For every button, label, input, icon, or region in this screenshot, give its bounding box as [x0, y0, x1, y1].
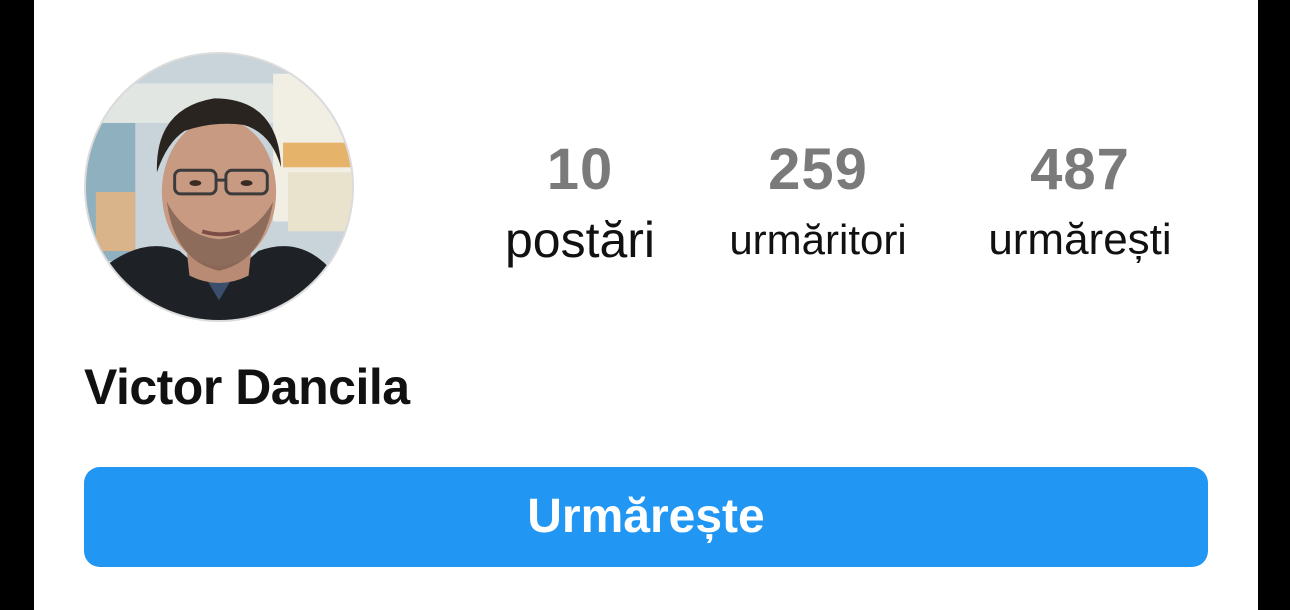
avatar[interactable] — [84, 52, 354, 322]
stat-followers[interactable]: 259 urmăritori — [702, 132, 934, 272]
following-count: 487 — [1030, 137, 1130, 202]
followers-count: 259 — [768, 137, 868, 202]
followers-label: urmăritori — [729, 216, 907, 263]
posts-count: 10 — [546, 137, 614, 202]
profile-stats: 10 postări 259 urmăritori 487 urmărești — [480, 132, 1196, 282]
profile-name: Victor Dancila — [84, 359, 410, 415]
following-label: urmărești — [988, 215, 1172, 264]
stat-posts[interactable]: 10 postări — [480, 132, 680, 272]
follow-button[interactable]: Urmărește — [84, 467, 1208, 567]
stat-following[interactable]: 487 urmărești — [964, 132, 1196, 272]
avatar-photo — [86, 54, 352, 320]
posts-label: postări — [504, 212, 656, 268]
profile-screen: 10 postări 259 urmăritori 487 urmărești … — [34, 0, 1258, 610]
